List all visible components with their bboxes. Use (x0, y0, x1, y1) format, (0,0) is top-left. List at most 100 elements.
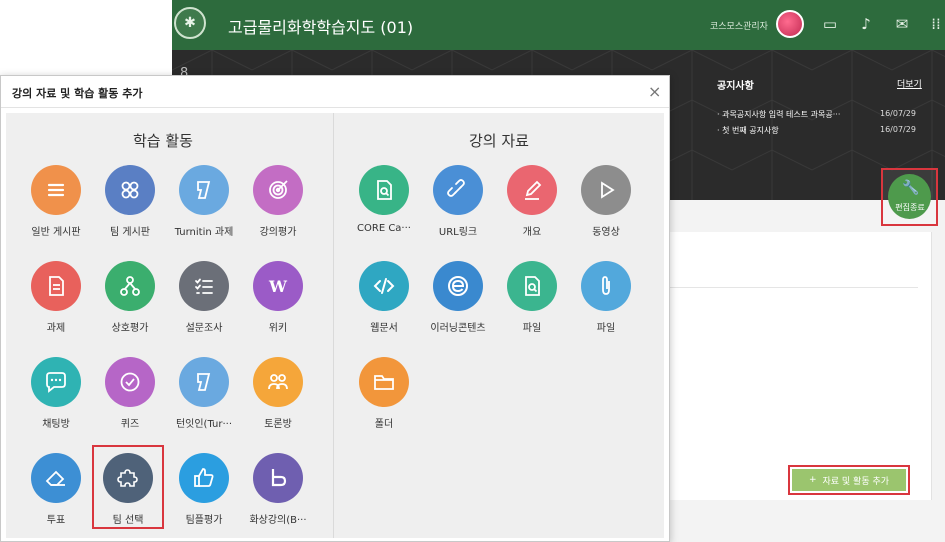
target-icon (253, 165, 303, 215)
mail-icon[interactable]: ✉ (892, 14, 912, 34)
avatar[interactable] (776, 10, 804, 38)
item-label: 과제 (46, 323, 66, 334)
activity-item[interactable]: 팀 게시판 (94, 165, 166, 255)
activity-item[interactable]: 개요 (496, 165, 568, 255)
monitor-icon[interactable]: ▭ (820, 14, 840, 34)
item-label: 토론방 (264, 419, 292, 430)
document-icon (31, 261, 81, 311)
item-label: 설문조사 (185, 323, 223, 334)
checklist-icon (179, 261, 229, 311)
item-label: 강의평가 (259, 227, 297, 238)
item-label: 개요 (522, 227, 542, 238)
resources-section-title: 강의 자료 (469, 132, 529, 150)
item-label: 위키 (268, 323, 288, 334)
item-label: 파일 (596, 323, 616, 334)
activity-item[interactable]: 퀴즈 (94, 357, 166, 447)
modal-title: 강의 자료 및 학습 활동 추가 (12, 87, 143, 100)
plus-icon: + (808, 475, 817, 485)
edit-done-highlight: 🔧 편집종료 (881, 168, 938, 226)
activity-item[interactable]: CORE Ca··· (348, 165, 420, 255)
activity-item[interactable]: 이러닝콘텐츠 (422, 261, 494, 351)
chat-icon (31, 357, 81, 407)
item-label: 채팅방 (42, 419, 70, 430)
item-label: 동영상 (592, 227, 620, 238)
notice-date: 16/07/29 (880, 125, 916, 134)
item-label: URL링크 (438, 227, 478, 238)
activity-item[interactable]: 파일 (570, 261, 642, 351)
pencil-icon (507, 165, 557, 215)
activity-item[interactable]: 팀플평가 (168, 453, 240, 542)
activity-item[interactable]: 폴더 (348, 357, 420, 447)
activity-item[interactable]: 강의평가 (242, 165, 314, 255)
grid-circles-icon (105, 165, 155, 215)
activity-item[interactable]: 투표 (20, 453, 92, 542)
add-button-highlight: + 자료 및 활동 추가 (788, 465, 910, 495)
list-icon (31, 165, 81, 215)
svg-text:W: W (268, 277, 288, 296)
activity-item[interactable]: 웹문서 (348, 261, 420, 351)
item-label: 퀴즈 (120, 419, 140, 430)
modal-header: 강의 자료 및 학습 활동 추가 × (1, 76, 669, 108)
paperclip-icon (581, 261, 631, 311)
activity-item[interactable]: 설문조사 (168, 261, 240, 351)
item-label: 턴잇인(Tur··· (175, 419, 233, 430)
search-doc-icon (359, 165, 409, 215)
thumbs-up-icon (179, 453, 229, 503)
notice-more-link[interactable]: 더보기 (897, 77, 922, 90)
item-label: 파일 (522, 323, 542, 334)
check-circle-icon (105, 357, 155, 407)
column-divider (333, 113, 334, 538)
item-label: 이러닝콘텐츠 (430, 323, 486, 334)
item-label: CORE Ca··· (357, 223, 411, 234)
search-doc-icon (507, 261, 557, 311)
activity-item[interactable]: 일반 게시판 (20, 165, 92, 255)
activity-item[interactable]: URL링크 (422, 165, 494, 255)
add-button-label: 자료 및 활동 추가 (822, 476, 890, 487)
code-icon (359, 261, 409, 311)
b-logo-icon (253, 453, 303, 503)
activity-item[interactable]: 과제 (20, 261, 92, 351)
edit-done-button[interactable]: 🔧 편집종료 (888, 174, 931, 219)
university-logo-icon[interactable]: ✱ (174, 7, 206, 39)
activity-item[interactable]: 화상강의(B··· (242, 453, 314, 542)
user-name[interactable]: 코스모스관리자 (710, 19, 768, 32)
notice-date: 16/07/29 (880, 109, 916, 118)
wrench-icon: 🔧 (902, 180, 920, 196)
item-label: 투표 (46, 515, 66, 526)
puzzle-icon (103, 453, 153, 503)
wiki-icon: W (253, 261, 303, 311)
item-label: 팀 게시판 (110, 227, 150, 238)
link-icon (433, 165, 483, 215)
item-label: 일반 게시판 (31, 227, 81, 238)
activity-item[interactable]: W 위키 (242, 261, 314, 351)
activity-item[interactable]: 동영상 (570, 165, 642, 255)
activity-item[interactable]: 채팅방 (20, 357, 92, 447)
people-icon (253, 357, 303, 407)
close-icon[interactable]: × (648, 82, 661, 101)
activity-item[interactable]: 상호평가 (94, 261, 166, 351)
item-label: 팀 선택 (112, 515, 144, 526)
edit-done-label: 편집종료 (895, 203, 925, 212)
play-icon (581, 165, 631, 215)
item-label: 폴더 (374, 419, 394, 430)
add-material-activity-button[interactable]: + 자료 및 활동 추가 (792, 469, 906, 491)
activity-item[interactable]: 턴잇인(Tur··· (168, 357, 240, 447)
activity-item[interactable]: 팀 선택 (92, 445, 164, 529)
item-label: 상호평가 (111, 323, 149, 334)
activity-item[interactable]: Turnitin 과제 (168, 165, 240, 255)
activity-item[interactable]: 토론방 (242, 357, 314, 447)
modal-body: 학습 활동 강의 자료 일반 게시판 팀 게시판 Turnitin 과제 강의평가 과제… (6, 113, 664, 538)
item-label: 웹문서 (370, 323, 398, 334)
network-icon (105, 261, 155, 311)
course-title[interactable]: 고급물리화학학습지도 (01) (228, 14, 413, 38)
eraser-icon (31, 453, 81, 503)
turnitin-icon (179, 165, 229, 215)
notice-text: · 첫 번째 공지사항 (717, 126, 779, 135)
e-logo-icon (433, 261, 483, 311)
folder-icon (359, 357, 409, 407)
turnitin-icon (179, 357, 229, 407)
activity-item[interactable]: 파일 (496, 261, 568, 351)
bell-icon[interactable]: ♪ (856, 14, 876, 34)
item-label: Turnitin 과제 (174, 227, 234, 238)
apps-grid-icon[interactable]: ⁞⁞ (926, 14, 945, 34)
